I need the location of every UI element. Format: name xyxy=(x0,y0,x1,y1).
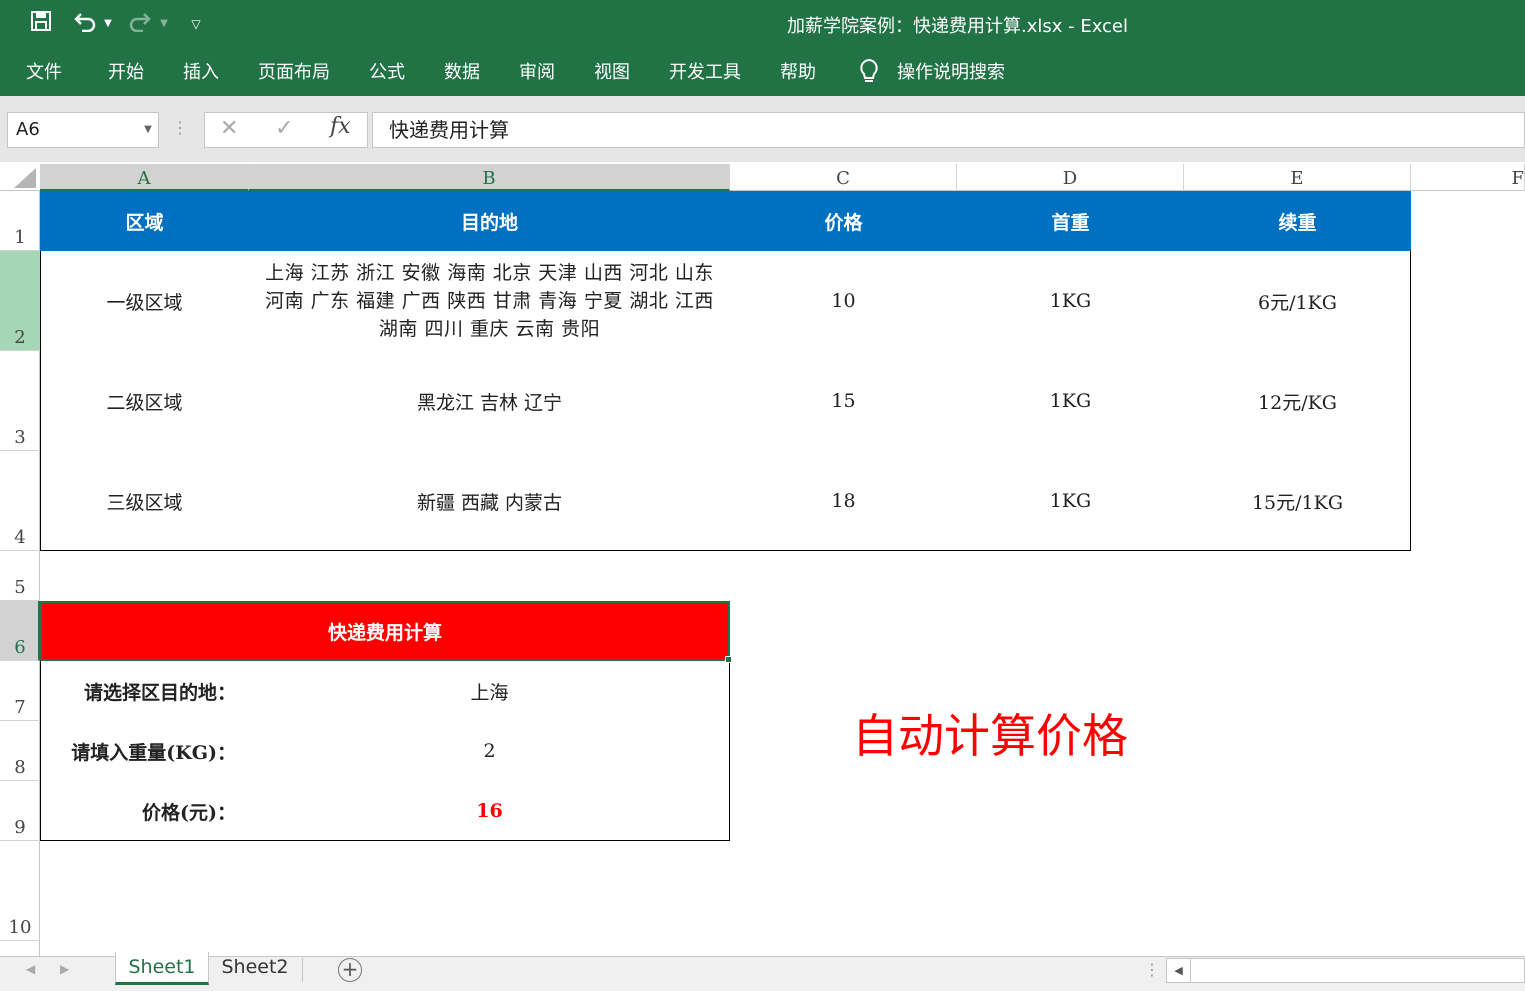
cell-price[interactable]: 15 xyxy=(730,351,957,451)
calculator-title-cell[interactable]: 快递费用计算 xyxy=(40,601,730,661)
tab-data[interactable]: 数据 xyxy=(444,60,480,86)
lightbulb-icon[interactable] xyxy=(858,58,880,94)
tell-me-search[interactable]: 操作说明搜索 xyxy=(897,60,1005,86)
tab-help[interactable]: 帮助 xyxy=(780,60,816,86)
scroll-sheets-left-icon[interactable]: ◀ xyxy=(26,962,35,976)
cell-destination[interactable]: 黑龙江 吉林 辽宁 xyxy=(249,351,730,451)
add-sheet-icon[interactable]: + xyxy=(338,958,362,982)
cell-extra-weight[interactable]: 6元/1KG xyxy=(1184,251,1411,351)
cell-price[interactable]: 10 xyxy=(730,251,957,351)
destination-label: 请选择区目的地： xyxy=(83,681,236,704)
cell-extra-weight[interactable]: 12元/KG xyxy=(1184,351,1411,451)
tab-view[interactable]: 视图 xyxy=(594,60,630,86)
row-header-8[interactable]: 8 xyxy=(0,721,40,781)
scroll-sheets-right-icon[interactable]: ▶ xyxy=(60,962,69,976)
weight-label: 请填入重量(KG)： xyxy=(71,741,236,764)
column-header-e[interactable]: E xyxy=(1184,164,1411,191)
tab-file[interactable]: 文件 xyxy=(26,60,62,86)
cell-zone[interactable]: 三级区域 xyxy=(40,451,249,551)
cell-first-weight[interactable]: 1KG xyxy=(957,251,1184,351)
sheet-tab-sheet2[interactable]: Sheet2 xyxy=(212,952,298,985)
row-header-7[interactable]: 7 xyxy=(0,661,40,721)
tab-review[interactable]: 审阅 xyxy=(519,60,555,86)
cell-first-weight[interactable]: 1KG xyxy=(957,351,1184,451)
column-header-a[interactable]: A xyxy=(40,164,249,191)
tab-page-layout[interactable]: 页面布局 xyxy=(258,60,330,86)
formula-input[interactable]: 快递费用计算 xyxy=(372,112,1525,148)
cell-extra-weight[interactable]: 15元/1KG xyxy=(1184,451,1411,551)
cell-zone[interactable]: 一级区域 xyxy=(40,251,249,351)
header-cell-destination[interactable]: 目的地 xyxy=(249,191,730,251)
sheet-tab-sheet1[interactable]: Sheet1 xyxy=(115,952,209,985)
cell-zone[interactable]: 二级区域 xyxy=(40,351,249,451)
window-title: 加薪学院案例：快递费用计算.xlsx - Excel xyxy=(786,16,1129,37)
formula-bar-grip-icon[interactable]: ⋮ xyxy=(172,118,188,137)
tab-home[interactable]: 开始 xyxy=(108,60,144,86)
row-header-2[interactable]: 2 xyxy=(0,251,40,351)
tab-divider xyxy=(302,958,303,982)
cell-price[interactable]: 18 xyxy=(730,451,957,551)
price-label: 价格(元)： xyxy=(142,801,236,824)
row-header-6[interactable]: 6 xyxy=(0,601,40,661)
title-bar: ▼ ▼ ▽ 加薪学院案例：快递费用计算.xlsx - Excel xyxy=(0,0,1525,48)
ribbon-tabs xyxy=(0,48,1525,96)
header-cell-zone[interactable]: 区域 xyxy=(40,191,249,251)
insert-function-icon[interactable]: fx xyxy=(330,114,351,139)
row-header-3[interactable]: 3 xyxy=(0,351,40,451)
tab-split-grip-icon[interactable]: ⋮ xyxy=(1144,960,1160,979)
auto-calc-annotation: 自动计算价格 xyxy=(852,709,1128,763)
enter-icon[interactable]: ✓ xyxy=(275,116,293,141)
header-cell-price[interactable]: 价格 xyxy=(730,191,957,251)
weight-input-cell[interactable]: 2 xyxy=(249,721,730,781)
tab-formulas[interactable]: 公式 xyxy=(369,60,405,86)
row-header-5[interactable]: 5 xyxy=(0,551,40,601)
horizontal-scrollbar[interactable] xyxy=(1166,958,1525,983)
column-header-f[interactable]: F xyxy=(1411,164,1525,191)
destination-input-cell[interactable]: 上海 xyxy=(249,661,730,721)
cell-destination[interactable]: 上海 江苏 浙江 安徽 海南 北京 天津 山西 河北 山东 河南 广东 福建 广… xyxy=(255,251,724,351)
scroll-left-icon[interactable]: ◀ xyxy=(1167,959,1191,982)
cancel-icon[interactable]: ✕ xyxy=(220,116,238,141)
cell-first-weight[interactable]: 1KG xyxy=(957,451,1184,551)
row-header-10[interactable]: 10 xyxy=(0,841,40,941)
name-box-dropdown-icon[interactable]: ▼ xyxy=(138,112,158,148)
column-header-b[interactable]: B xyxy=(249,164,730,191)
tab-developer[interactable]: 开发工具 xyxy=(669,60,741,86)
row-header-1[interactable]: 1 xyxy=(0,191,40,251)
cell-destination[interactable]: 新疆 西藏 内蒙古 xyxy=(249,451,730,551)
tab-insert[interactable]: 插入 xyxy=(183,60,219,86)
name-box[interactable]: A6 xyxy=(7,112,159,148)
header-cell-extra-weight[interactable]: 续重 xyxy=(1184,191,1411,251)
column-header-c[interactable]: C xyxy=(730,164,957,191)
row-header-4[interactable]: 4 xyxy=(0,451,40,551)
price-result-cell[interactable]: 16 xyxy=(249,781,730,841)
row-header-9[interactable]: 9 xyxy=(0,781,40,841)
select-all-corner[interactable] xyxy=(0,162,40,191)
column-header-d[interactable]: D xyxy=(957,164,1184,191)
header-cell-first-weight[interactable]: 首重 xyxy=(957,191,1184,251)
